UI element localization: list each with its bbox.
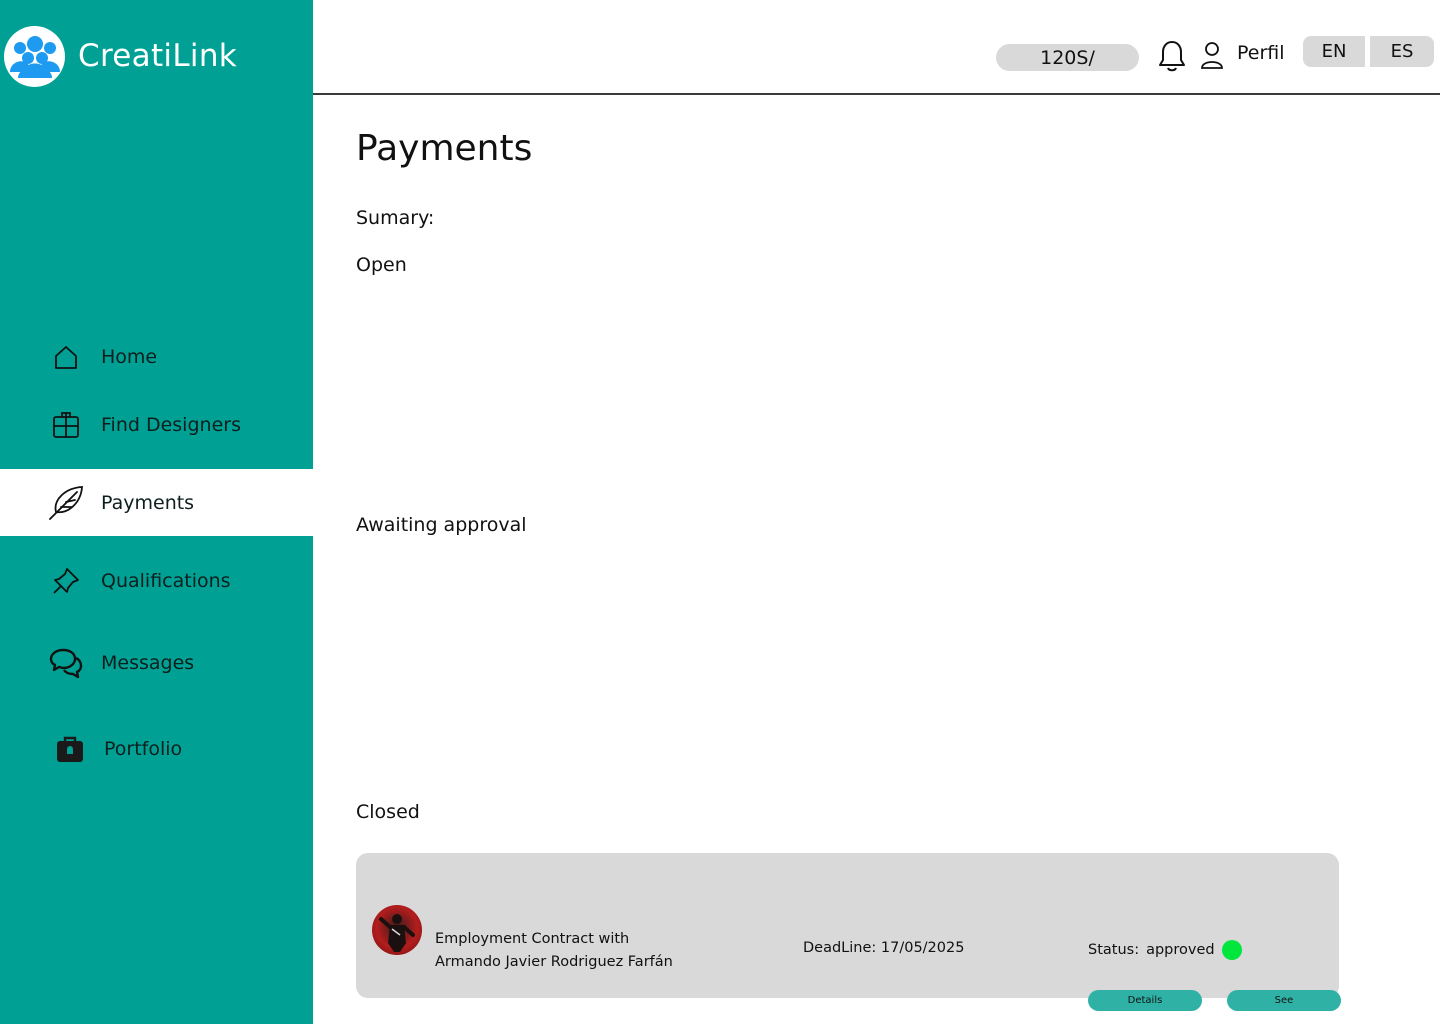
contract-description: Employment Contract with Armando Javier …: [435, 928, 735, 974]
section-awaiting-heading: Awaiting approval: [356, 514, 527, 536]
status-indicator: [1221, 940, 1242, 960]
sidebar-item-portfolio[interactable]: Portfolio: [0, 715, 313, 782]
sidebar-item-label: Payments: [101, 491, 195, 514]
sidebar-item-label: Home: [101, 345, 158, 368]
section-open-heading: Open: [356, 254, 407, 276]
home-icon: [46, 337, 86, 377]
section-closed-heading: Closed: [356, 801, 420, 823]
balance-badge: 120S/: [996, 44, 1139, 71]
contract-party: Armando Javier Rodriguez Farfán: [435, 954, 673, 970]
sidebar-item-find-designers[interactable]: Find Designers: [0, 391, 313, 458]
chat-bubbles-icon: [46, 643, 86, 683]
grid-box-icon: [46, 405, 86, 445]
sidebar-item-label: Find Designers: [101, 413, 241, 436]
summary-label: Sumary:: [356, 207, 435, 229]
people-group-icon: [4, 25, 65, 87]
sidebar-item-label: Messages: [101, 651, 195, 674]
top-bar: 120S/ Perfil EN ES: [313, 0, 1440, 95]
brand[interactable]: CreatiLink: [4, 25, 237, 87]
avatar: [372, 905, 422, 955]
see-button[interactable]: See: [1227, 990, 1341, 1011]
briefcase-icon: [50, 729, 90, 769]
status-label: Status:: [1088, 942, 1140, 958]
contract-line: Employment Contract with: [435, 931, 630, 947]
sidebar-item-messages[interactable]: Messages: [0, 629, 313, 696]
sidebar-item-home[interactable]: Home: [0, 323, 313, 390]
language-en-button[interactable]: EN: [1303, 36, 1365, 67]
deadline-text: DeadLine: 17/05/2025: [803, 940, 965, 956]
user-icon[interactable]: [1200, 40, 1224, 70]
feather-icon: [46, 483, 86, 523]
sidebar-item-qualifications[interactable]: Qualifications: [0, 547, 313, 614]
details-button[interactable]: Details: [1088, 990, 1202, 1011]
status-value: approved: [1146, 942, 1215, 958]
brand-name: CreatiLink: [78, 38, 238, 74]
status: Status: approved: [1088, 940, 1242, 960]
payment-card: Employment Contract with Armando Javier …: [356, 853, 1339, 998]
sidebar-item-label: Portfolio: [104, 737, 183, 760]
bell-icon[interactable]: [1157, 39, 1187, 73]
sidebar-item-label: Qualifications: [101, 569, 231, 592]
language-es-button[interactable]: ES: [1370, 36, 1434, 67]
pin-icon: [46, 561, 86, 601]
page-title: Payments: [356, 128, 533, 169]
profile-link[interactable]: Perfil: [1237, 42, 1285, 64]
sidebar: CreatiLink Home Find Designers Payments …: [0, 0, 313, 1024]
sidebar-item-payments[interactable]: Payments: [0, 469, 313, 536]
